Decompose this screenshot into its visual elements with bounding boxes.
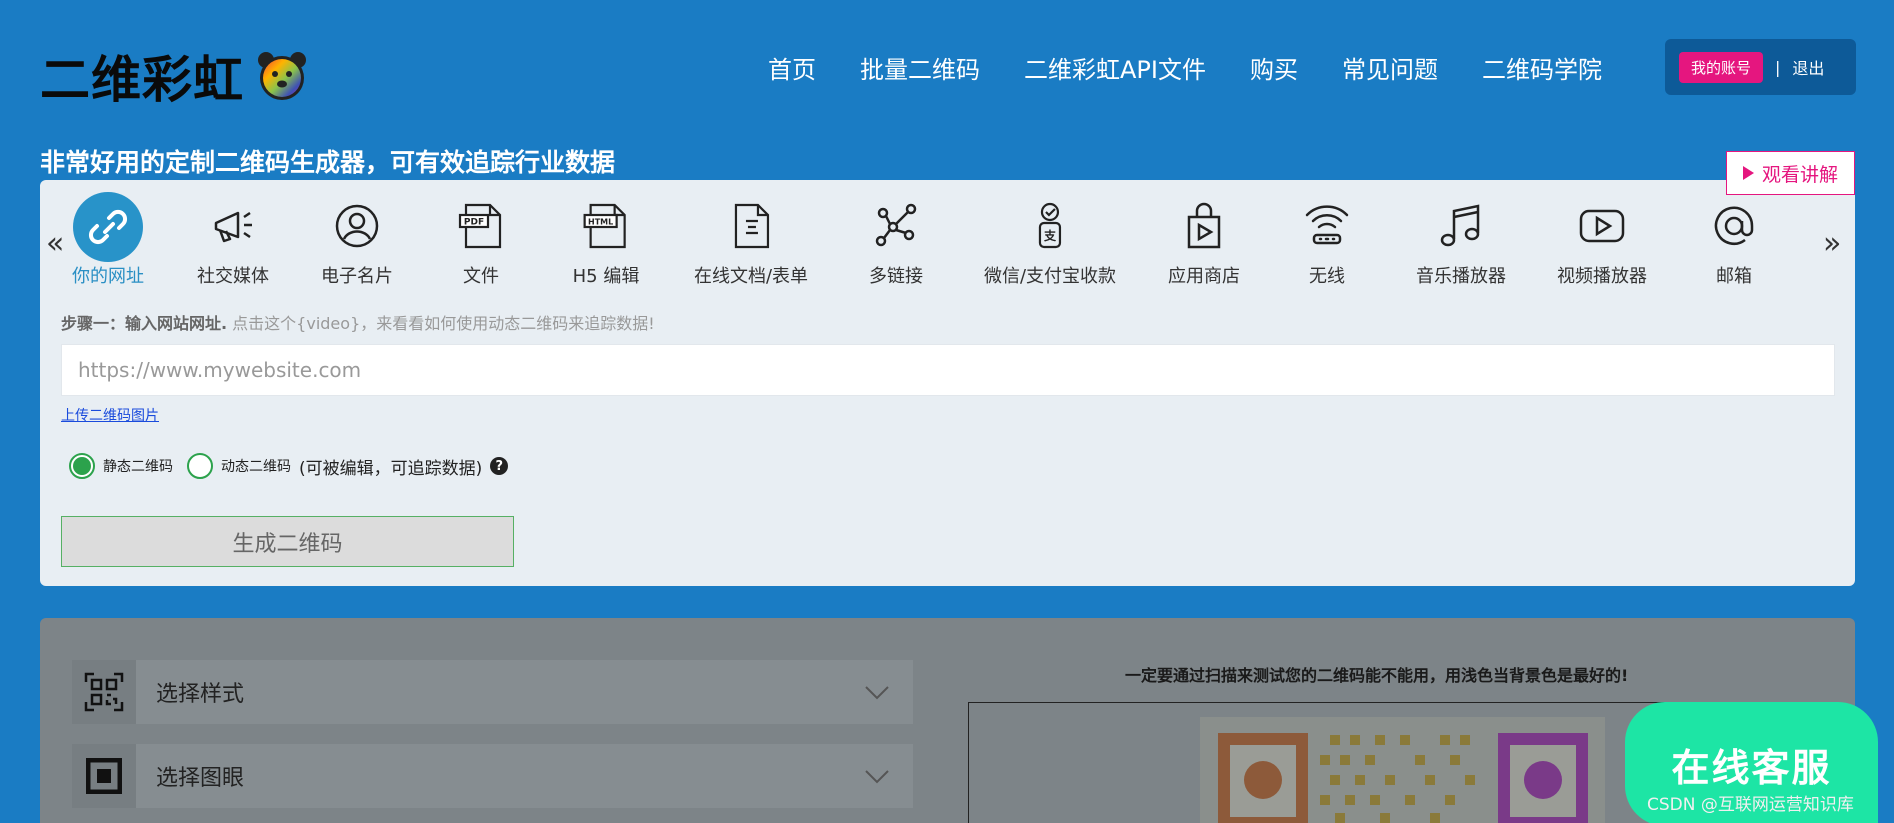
type-music-player[interactable]: 音乐播放器 xyxy=(1416,196,1506,288)
brand-name: 二维彩虹 xyxy=(40,51,244,109)
url-input[interactable] xyxy=(61,344,1835,396)
help-icon[interactable]: ? xyxy=(490,457,509,475)
qr-preview-image xyxy=(1200,717,1605,823)
nav-faq[interactable]: 常见问题 xyxy=(1342,50,1438,85)
account-separator: | xyxy=(1775,57,1781,77)
step-hint[interactable]: 点击这个{video}，来看看如何使用动态二维码来追踪数据! xyxy=(227,314,655,333)
type-online-doc[interactable]: 在线文档/表单 xyxy=(694,196,808,288)
link-icon xyxy=(73,192,143,262)
step-instructions: 步骤一：输入网站网址. 点击这个{video}，来看看如何使用动态二维码来追踪数… xyxy=(61,310,655,334)
type-social-media[interactable]: 社交媒体 xyxy=(197,196,269,288)
app-store-icon xyxy=(1174,196,1234,256)
accordion-eye-label: 选择图眼 xyxy=(156,766,245,791)
user-icon xyxy=(327,196,387,256)
type-app-store[interactable]: 应用商店 xyxy=(1168,196,1240,288)
customization-panel: 选择样式 选择图眼 一定要通过扫描来测试您的二维码能不能用，用浅色当背景色是最好… xyxy=(40,618,1855,823)
payment-icon: 支 xyxy=(1020,196,1080,256)
generate-qr-button[interactable]: 生成二维码 xyxy=(61,516,514,567)
type-email[interactable]: 邮箱 xyxy=(1704,196,1764,288)
radio-selected-dot xyxy=(73,457,91,475)
svg-text:HTML: HTML xyxy=(588,218,613,227)
type-payment[interactable]: 支 微信/支付宝收款 xyxy=(984,196,1116,288)
email-icon xyxy=(1704,196,1764,256)
qr-generator-panel: « » 你的网址 社交媒体 电子名片 PDF 文件 HTML H5 编辑 在线文… xyxy=(40,180,1855,586)
megaphone-icon xyxy=(203,196,263,256)
accordion-style-label: 选择样式 xyxy=(156,682,245,707)
svg-text:支: 支 xyxy=(1043,228,1057,243)
main-nav: 首页 批量二维码 二维彩虹API文件 购买 常见问题 二维码学院 xyxy=(768,50,1602,85)
chevron-down-icon xyxy=(865,770,889,784)
nav-buy[interactable]: 购买 xyxy=(1250,50,1298,85)
dynamic-qr-radio[interactable] xyxy=(187,453,213,479)
rainbow-bear-icon xyxy=(258,52,306,100)
watermark-text: CSDN @互联网运营知识库 xyxy=(1647,795,1854,815)
dynamic-qr-label[interactable]: 动态二维码 xyxy=(221,456,291,476)
brand-logo[interactable]: 二维彩虹 xyxy=(40,40,308,112)
play-icon xyxy=(1742,166,1754,180)
qr-type-selector: 你的网址 社交媒体 电子名片 PDF 文件 HTML H5 编辑 在线文档/表单… xyxy=(40,192,1855,296)
static-qr-radio[interactable] xyxy=(69,453,95,479)
qr-mode-selector: 静态二维码 动态二维码 (可被编辑，可追踪数据) ? xyxy=(69,453,509,479)
pdf-icon: PDF xyxy=(451,196,511,256)
music-icon xyxy=(1431,196,1491,256)
type-video-player[interactable]: 视频播放器 xyxy=(1557,196,1647,288)
upload-qr-image-link[interactable]: 上传二维码图片 xyxy=(61,405,159,425)
logout-link[interactable]: 退出 xyxy=(1792,55,1824,79)
qr-style-icon xyxy=(72,660,136,724)
scan-test-warning: 一定要通过扫描来测试您的二维码能不能用，用浅色当背景色是最好的! xyxy=(1125,666,1629,685)
video-icon xyxy=(1572,196,1632,256)
html-icon: HTML xyxy=(576,196,636,256)
dynamic-qr-hint: (可被编辑，可追踪数据) xyxy=(299,458,483,479)
nav-batch-qr[interactable]: 批量二维码 xyxy=(860,50,980,85)
type-vcard[interactable]: 电子名片 xyxy=(321,196,393,288)
type-file[interactable]: PDF 文件 xyxy=(451,196,511,288)
nav-qr-academy[interactable]: 二维码学院 xyxy=(1482,50,1602,85)
document-icon xyxy=(721,196,781,256)
account-area: 我的账号 | 退出 xyxy=(1665,39,1856,95)
page-tagline: 非常好用的定制二维码生成器，可有效追踪行业数据 xyxy=(40,148,616,177)
multilink-icon xyxy=(866,196,926,256)
step-title: 步骤一：输入网站网址. xyxy=(61,314,228,333)
static-qr-label[interactable]: 静态二维码 xyxy=(103,456,173,476)
type-wifi[interactable]: 无线 xyxy=(1297,196,1357,288)
my-account-button[interactable]: 我的账号 xyxy=(1679,51,1764,83)
accordion-style[interactable]: 选择样式 xyxy=(72,660,913,724)
wifi-icon xyxy=(1297,196,1357,256)
svg-text:PDF: PDF xyxy=(464,218,484,228)
nav-home[interactable]: 首页 xyxy=(768,50,816,85)
accordion-eye[interactable]: 选择图眼 xyxy=(72,744,913,808)
nav-api-docs[interactable]: 二维彩虹API文件 xyxy=(1024,50,1206,85)
watch-tutorial-label: 观看讲解 xyxy=(1761,163,1838,186)
qr-eye-icon xyxy=(72,744,136,808)
type-multi-link[interactable]: 多链接 xyxy=(866,196,926,288)
type-url[interactable]: 你的网址 xyxy=(72,192,144,288)
chevron-down-icon xyxy=(865,686,889,700)
watch-tutorial-button[interactable]: 观看讲解 xyxy=(1726,151,1855,195)
type-h5[interactable]: HTML H5 编辑 xyxy=(573,196,639,288)
